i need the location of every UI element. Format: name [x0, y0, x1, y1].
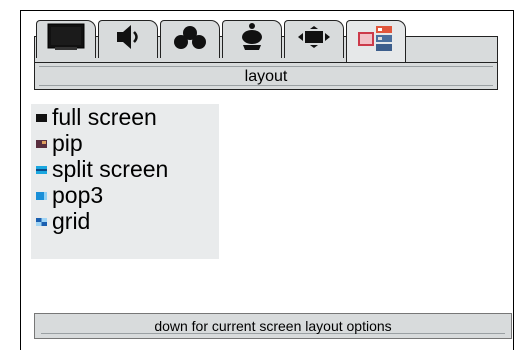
tab-channels[interactable] [222, 20, 282, 58]
tab-layout[interactable] [346, 20, 406, 62]
tab-picture[interactable] [36, 20, 96, 58]
layout-option-label: pip [52, 129, 83, 156]
layout-thumbnails-icon [356, 24, 396, 59]
layout-option-pip[interactable]: pip [36, 130, 83, 156]
help-bar: down for current screen layout options [34, 313, 512, 339]
tab-sources[interactable] [160, 20, 220, 58]
display-arrows-icon [296, 25, 332, 54]
section-title: layout [244, 68, 288, 85]
tab-bar [34, 20, 498, 62]
layout-option-split-screen[interactable]: split screen [36, 156, 168, 182]
tv-screen-icon [47, 23, 85, 56]
tab-display[interactable] [284, 20, 344, 58]
pop3-icon [36, 192, 47, 200]
layout-option-label: split screen [52, 155, 169, 182]
split-screen-icon [36, 166, 47, 174]
layout-list: full screen pip split screen pop3 grid [31, 104, 219, 259]
full-screen-icon [36, 114, 47, 122]
layout-option-pop3[interactable]: pop3 [36, 182, 103, 208]
help-text: down for current screen layout options [154, 318, 392, 334]
pip-icon [36, 140, 47, 148]
section-header: layout [34, 62, 498, 90]
layout-option-label: full screen [52, 103, 157, 130]
layout-option-label: grid [52, 207, 91, 234]
satellite-dish-icon [237, 22, 267, 57]
layout-option-full-screen[interactable]: full screen [36, 104, 157, 130]
grid-icon [36, 218, 47, 226]
layout-option-label: pop3 [52, 181, 104, 208]
tab-audio[interactable] [98, 20, 158, 58]
cluster-icon [172, 23, 208, 56]
layout-option-grid[interactable]: grid [36, 208, 90, 234]
speaker-icon [113, 23, 143, 56]
